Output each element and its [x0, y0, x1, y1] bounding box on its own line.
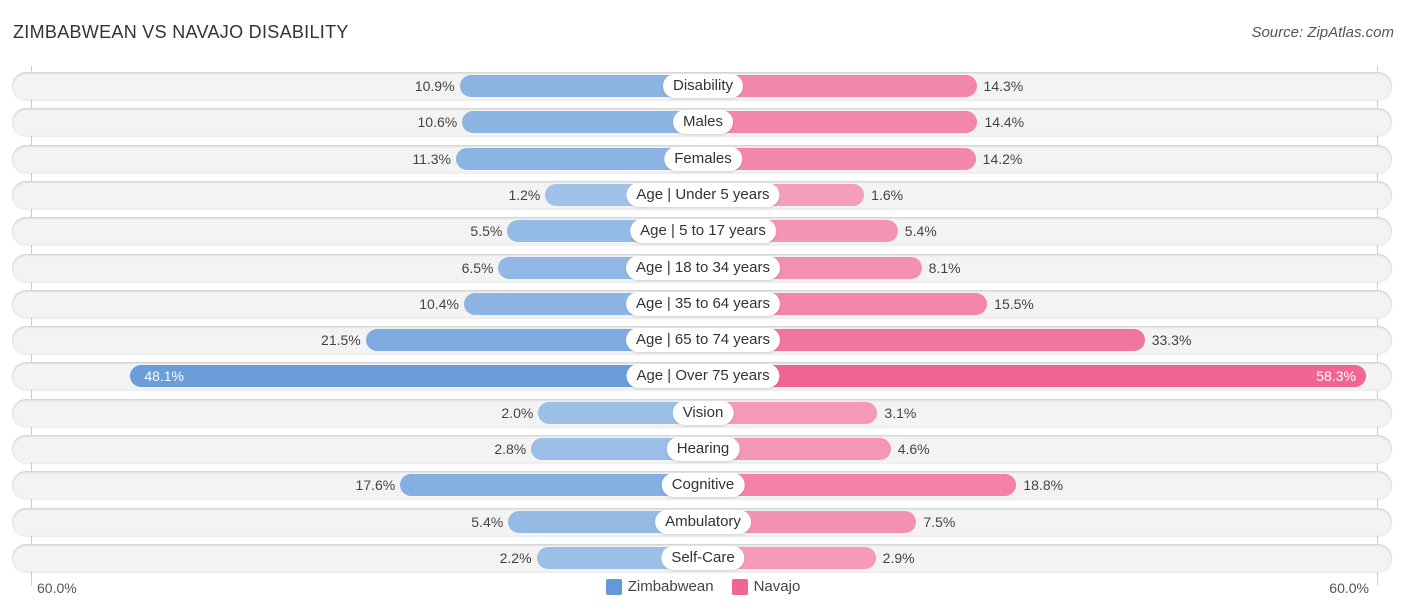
category-label: Age | 5 to 17 years	[630, 219, 776, 244]
bar-navajo	[703, 147, 976, 170]
value-label-navajo: 7.5%	[923, 513, 956, 530]
category-label: Age | 18 to 34 years	[626, 255, 780, 280]
category-label: Disability	[662, 74, 744, 98]
category-label: Age | 35 to 64 years	[626, 291, 780, 316]
value-label-navajo: 58.3%	[1316, 368, 1356, 385]
category-label: Age | Under 5 years	[626, 182, 780, 207]
legend-item-zimbabwean: Zimbabwean	[605, 578, 714, 595]
category-label: Males	[672, 110, 734, 135]
bar-zimbabwean	[130, 365, 703, 388]
value-label-zimbabwean: 17.6%	[355, 477, 396, 494]
legend-item-navajo: Navajo	[731, 578, 801, 595]
value-label-navajo: 14.4%	[984, 114, 1025, 131]
value-label-navajo: 2.9%	[882, 549, 915, 566]
value-label-navajo: 14.2%	[982, 150, 1023, 167]
legend-label-navajo: Navajo	[753, 578, 801, 595]
value-label-zimbabwean: 10.4%	[419, 295, 459, 312]
category-label: Vision	[672, 400, 734, 425]
diverging-bar-chart: 10.9% 14.3% Disability 10.6% 14.4% Males 11.3%…	[0, 0, 1406, 612]
bar-navajo	[703, 111, 978, 134]
value-label-navajo: 4.6%	[897, 441, 930, 457]
value-label-navajo: 15.5%	[994, 295, 1034, 312]
bar-navajo	[703, 365, 1366, 388]
bar-zimbabwean	[400, 474, 703, 497]
category-label: Cognitive	[661, 473, 745, 498]
value-label-zimbabwean: 21.5%	[321, 332, 361, 349]
value-label-zimbabwean: 48.1%	[144, 368, 185, 385]
value-label-zimbabwean: 11.3%	[412, 150, 451, 167]
value-label-navajo: 3.1%	[884, 404, 917, 421]
value-label-zimbabwean: 10.9%	[414, 78, 455, 94]
legend-label-zimbabwean: Zimbabwean	[627, 578, 714, 595]
value-label-zimbabwean: 2.8%	[494, 441, 527, 457]
value-label-navajo: 14.3%	[983, 78, 1024, 94]
category-label: Females	[664, 146, 742, 171]
value-label-zimbabwean: 2.0%	[501, 404, 534, 421]
category-label: Age | 65 to 74 years	[626, 328, 780, 353]
value-label-zimbabwean: 2.2%	[499, 549, 532, 566]
legend-swatch-zimbabwean	[605, 578, 622, 595]
value-label-navajo: 5.4%	[904, 223, 937, 240]
category-label: Age | Over 75 years	[626, 364, 780, 389]
bar-zimbabwean	[462, 111, 703, 134]
value-label-navajo: 18.8%	[1023, 477, 1064, 494]
value-label-zimbabwean: 5.4%	[471, 513, 504, 530]
category-label: Hearing	[666, 437, 740, 461]
value-label-navajo: 33.3%	[1151, 332, 1192, 349]
category-label: Ambulatory	[655, 509, 751, 534]
value-label-navajo: 1.6%	[871, 186, 904, 203]
value-label-zimbabwean: 1.2%	[508, 186, 541, 203]
legend: Zimbabwean Navajo	[0, 578, 1406, 595]
bar-navajo	[703, 474, 1017, 497]
value-label-zimbabwean: 10.6%	[417, 114, 458, 131]
value-label-zimbabwean: 5.5%	[470, 223, 503, 240]
legend-swatch-navajo	[731, 578, 748, 595]
value-label-navajo: 8.1%	[928, 259, 961, 276]
bar-navajo	[703, 75, 977, 97]
value-label-zimbabwean: 6.5%	[461, 259, 494, 276]
category-label: Self-Care	[661, 545, 745, 570]
